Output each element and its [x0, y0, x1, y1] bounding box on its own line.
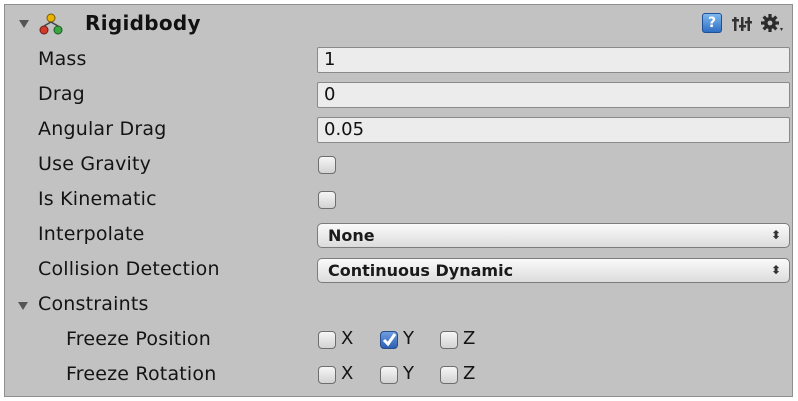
- mass-label: Mass: [38, 48, 87, 70]
- constraints-foldout-arrow-icon[interactable]: [18, 302, 28, 310]
- freeze-rotation-row: Freeze Rotation X Y Z: [5, 358, 792, 393]
- rigidbody-icon: [39, 13, 63, 35]
- collision-detection-row: Collision Detection Continuous Dynamic ⬍: [5, 253, 792, 288]
- is-kinematic-row: Is Kinematic: [5, 183, 792, 218]
- collision-detection-value: Continuous Dynamic: [328, 261, 514, 280]
- drag-row: Drag 0: [5, 78, 792, 113]
- drag-field[interactable]: 0: [317, 82, 790, 108]
- drag-label: Drag: [38, 83, 85, 105]
- freeze-rotation-z-checkbox[interactable]: [440, 366, 458, 384]
- rigidbody-component-panel: Rigidbody ? Mass 1 Drag 0 Angular Drag 0…: [4, 4, 793, 397]
- use-gravity-label: Use Gravity: [38, 153, 152, 175]
- freeze-position-label: Freeze Position: [66, 328, 211, 350]
- foldout-arrow-icon[interactable]: [19, 20, 29, 28]
- freeze-rotation-x-label: X: [341, 363, 354, 384]
- checkmark-icon: [382, 333, 397, 347]
- freeze-position-y-label: Y: [403, 328, 414, 349]
- mass-field[interactable]: 1: [317, 47, 790, 73]
- freeze-position-x-checkbox[interactable]: [318, 331, 336, 349]
- gear-icon[interactable]: [759, 12, 785, 34]
- constraints-foldout[interactable]: Constraints: [5, 288, 792, 323]
- interpolate-dropdown[interactable]: None ⬍: [317, 223, 790, 248]
- freeze-rotation-y-label: Y: [403, 363, 414, 384]
- is-kinematic-label: Is Kinematic: [38, 188, 157, 210]
- dropdown-arrows-icon: ⬍: [770, 263, 781, 277]
- interpolate-value: None: [328, 226, 375, 245]
- freeze-rotation-label: Freeze Rotation: [66, 363, 217, 385]
- collision-detection-dropdown[interactable]: Continuous Dynamic ⬍: [317, 258, 790, 283]
- angular-drag-label: Angular Drag: [38, 118, 167, 140]
- preset-icon[interactable]: [732, 14, 752, 34]
- angular-drag-row: Angular Drag 0.05: [5, 113, 792, 148]
- freeze-position-z-checkbox[interactable]: [440, 331, 458, 349]
- freeze-rotation-y-checkbox[interactable]: [380, 366, 398, 384]
- interpolate-label: Interpolate: [38, 223, 145, 245]
- use-gravity-checkbox[interactable]: [318, 156, 336, 174]
- freeze-position-z-label: Z: [463, 328, 476, 349]
- is-kinematic-checkbox[interactable]: [318, 191, 336, 209]
- interpolate-row: Interpolate None ⬍: [5, 218, 792, 253]
- freeze-rotation-z-label: Z: [463, 363, 476, 384]
- angular-drag-field[interactable]: 0.05: [317, 117, 790, 143]
- collision-detection-label: Collision Detection: [38, 258, 220, 280]
- help-icon[interactable]: ?: [702, 13, 722, 33]
- freeze-position-x-label: X: [341, 328, 354, 349]
- constraints-label: Constraints: [38, 293, 149, 315]
- component-header[interactable]: Rigidbody ?: [5, 5, 792, 43]
- use-gravity-row: Use Gravity: [5, 148, 792, 183]
- freeze-position-row: Freeze Position X Y Z: [5, 323, 792, 358]
- component-title: Rigidbody: [85, 11, 201, 35]
- mass-row: Mass 1: [5, 43, 792, 78]
- dropdown-arrows-icon: ⬍: [770, 228, 781, 242]
- freeze-rotation-x-checkbox[interactable]: [318, 366, 336, 384]
- freeze-position-y-checkbox[interactable]: [380, 331, 398, 349]
